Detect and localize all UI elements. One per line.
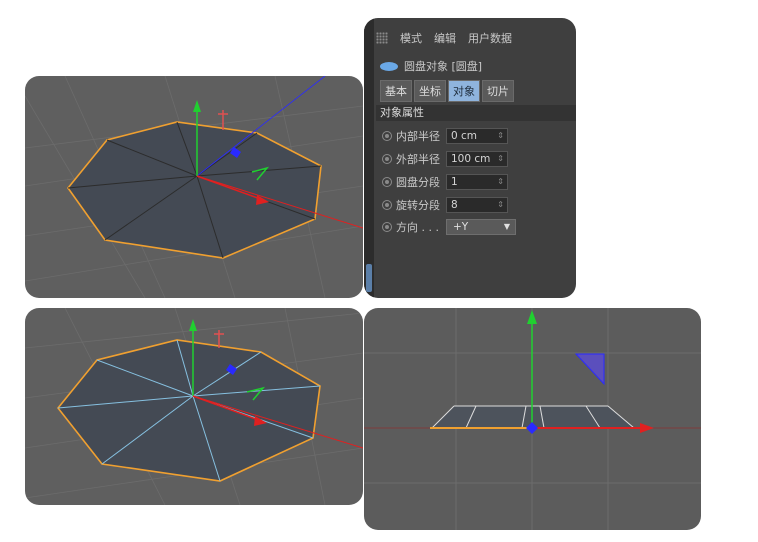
attribute-tabs: 基本 坐标 对象 切片 (380, 80, 514, 102)
param-label: 旋转分段 (396, 199, 440, 212)
param-inner-radius: 内部半径 0 cm ⇕ (382, 127, 508, 145)
inner-radius-field[interactable]: 0 cm ⇕ (446, 128, 508, 144)
disc-mesh[interactable] (66, 121, 322, 259)
animate-radio[interactable] (382, 177, 392, 187)
menu-mode[interactable]: 模式 (400, 30, 422, 46)
viewport-front[interactable] (364, 308, 701, 530)
param-orientation: 方向 . . . +Y ▼ (382, 218, 516, 236)
section-object-properties: 对象属性 (376, 105, 576, 121)
param-disc-segments: 圆盘分段 1 ⇕ (382, 173, 508, 191)
rotation-segments-field[interactable]: 8 ⇕ (446, 197, 508, 213)
disc-object-icon (380, 61, 398, 71)
spinner-arrows-icon[interactable]: ⇕ (497, 198, 504, 212)
tab-basic[interactable]: 基本 (380, 80, 412, 102)
animate-radio[interactable] (382, 200, 392, 210)
param-outer-radius: 外部半径 100 cm ⇕ (382, 150, 508, 168)
animate-radio[interactable] (382, 131, 392, 141)
object-header: 圆盘对象 [圆盘] (380, 58, 482, 74)
param-label: 圆盘分段 (396, 176, 440, 189)
panel-menu-bar: 模式 编辑 用户数据 (376, 28, 512, 48)
spinner-arrows-icon[interactable]: ⇕ (497, 129, 504, 143)
disc-segments-field[interactable]: 1 ⇕ (446, 174, 508, 190)
tab-coord[interactable]: 坐标 (414, 80, 446, 102)
spinner-arrows-icon[interactable]: ⇕ (497, 152, 504, 166)
viewport-perspective-top[interactable] (25, 76, 363, 298)
viewport-perspective-bottom[interactable] (25, 308, 363, 505)
menu-edit[interactable]: 编辑 (434, 30, 456, 46)
param-label: 内部半径 (396, 130, 440, 143)
viewport-canvas[interactable] (25, 308, 363, 505)
chevron-down-icon: ▼ (503, 222, 510, 231)
animate-radio[interactable] (382, 222, 392, 232)
orientation-dropdown[interactable]: +Y ▼ (446, 219, 516, 235)
panel-side-strip (364, 18, 374, 298)
viewport-canvas[interactable] (25, 76, 363, 298)
animate-radio[interactable] (382, 154, 392, 164)
attributes-panel: 模式 编辑 用户数据 圆盘对象 [圆盘] 基本 坐标 对象 切片 对象属性 内部… (364, 18, 576, 298)
viewport-canvas[interactable] (364, 308, 701, 530)
outer-radius-field[interactable]: 100 cm ⇕ (446, 151, 508, 167)
tab-slice[interactable]: 切片 (482, 80, 514, 102)
panel-grip-icon[interactable] (376, 32, 388, 44)
view-cube-corner-icon (574, 353, 605, 386)
tab-object[interactable]: 对象 (448, 80, 480, 102)
param-rotation-segments: 旋转分段 8 ⇕ (382, 196, 508, 214)
spinner-arrows-icon[interactable]: ⇕ (497, 175, 504, 189)
panel-tab-handle[interactable] (366, 264, 372, 292)
param-label: 方向 . . . (396, 221, 439, 234)
param-label: 外部半径 (396, 153, 440, 166)
object-title: 圆盘对象 [圆盘] (404, 60, 483, 73)
menu-user-data[interactable]: 用户数据 (468, 30, 512, 46)
